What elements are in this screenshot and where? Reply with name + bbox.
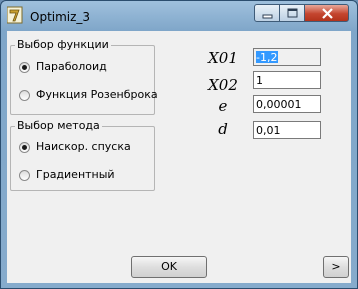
function-group-title: Выбор функции bbox=[15, 38, 111, 51]
radio-button[interactable] bbox=[19, 90, 30, 101]
function-group: Выбор функции Параболоид Функция Розенбр… bbox=[10, 38, 158, 115]
next-button[interactable]: > bbox=[323, 256, 349, 278]
radio-button-selected[interactable] bbox=[19, 142, 30, 153]
x01-input[interactable] bbox=[253, 48, 321, 66]
minimize-button[interactable] bbox=[254, 4, 280, 22]
x02-input[interactable] bbox=[253, 71, 321, 89]
param-label-d: d bbox=[218, 120, 228, 138]
ok-button[interactable]: OK bbox=[131, 256, 207, 278]
param-label-x02: X02 bbox=[208, 76, 238, 94]
e-input[interactable] bbox=[253, 95, 321, 113]
app-window: Optimiz_3 Выбор функции Параболоид Функц… bbox=[0, 0, 358, 289]
d-input[interactable] bbox=[253, 121, 321, 139]
close-icon bbox=[322, 8, 333, 19]
radio-label: Параболоид bbox=[36, 60, 107, 73]
delphi-app-icon bbox=[6, 6, 23, 24]
radio-label: Наискор. спуска bbox=[36, 140, 131, 153]
radio-label: Градиентный bbox=[36, 168, 115, 181]
title-bar[interactable]: Optimiz_3 bbox=[1, 1, 357, 31]
radio-label: Функция Розенброка bbox=[36, 88, 158, 101]
client-area: Выбор функции Параболоид Функция Розенбр… bbox=[7, 31, 351, 283]
radio-button[interactable] bbox=[19, 170, 30, 181]
minimize-icon bbox=[262, 14, 273, 19]
maximize-icon bbox=[287, 8, 298, 18]
method-group: Выбор метода Наискор. спуска Градиентный bbox=[10, 119, 155, 191]
param-label-e: e bbox=[218, 97, 228, 115]
radio-button-selected[interactable] bbox=[19, 62, 30, 73]
method-group-title: Выбор метода bbox=[15, 119, 102, 132]
window-title: Optimiz_3 bbox=[30, 10, 91, 24]
close-button[interactable] bbox=[304, 4, 349, 22]
param-label-x01: X01 bbox=[208, 49, 238, 67]
maximize-button[interactable] bbox=[279, 4, 305, 22]
